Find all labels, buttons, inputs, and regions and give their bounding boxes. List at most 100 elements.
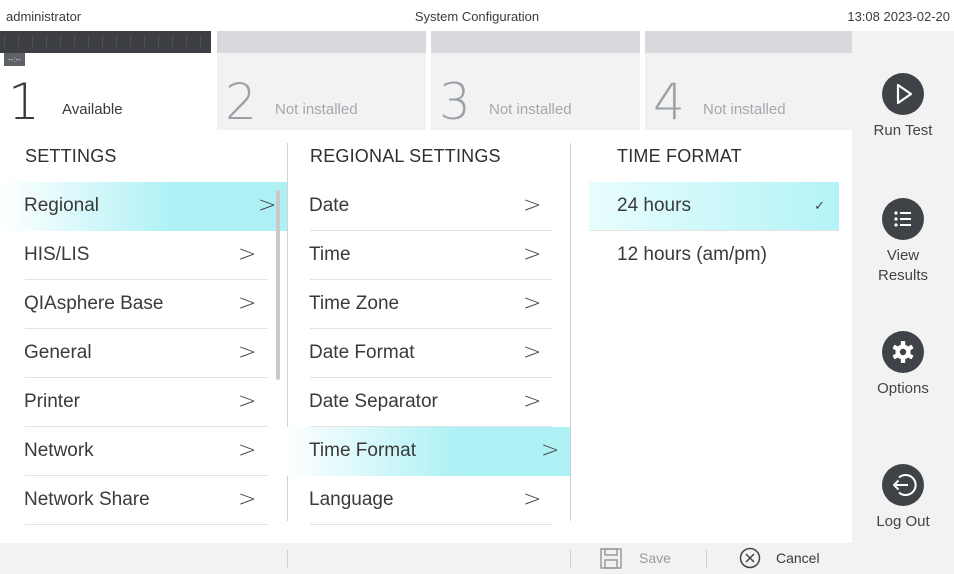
regional-item-date-separator[interactable]: Date Separator >: [285, 378, 571, 427]
settings-column: SETTINGS Regional > HIS/LIS > QIAsphere …: [0, 130, 287, 525]
status-bar: administrator System Configuration 13:08…: [0, 0, 954, 31]
module-tab-1[interactable]: --:-- 1 Available: [0, 31, 211, 130]
list-icon: [882, 198, 924, 240]
bar-divider: [706, 550, 707, 568]
settings-item-label: QIAsphere Base: [24, 293, 164, 314]
run-test-label: Run Test: [873, 122, 933, 139]
save-label: Save: [639, 550, 671, 566]
module-progress-strip: [431, 31, 640, 53]
module-tab-4[interactable]: 4 Not installed: [645, 31, 852, 130]
module-tab-2[interactable]: 2 Not installed: [217, 31, 426, 130]
chevron-right-icon: >: [238, 487, 257, 512]
clock: 13:08 2023-02-20: [847, 9, 950, 24]
row-divider: [310, 524, 552, 525]
option-label: 12 hours (am/pm): [617, 244, 767, 265]
regional-item-time[interactable]: Time >: [285, 231, 571, 280]
chevron-right-icon: >: [238, 242, 257, 267]
regional-settings-header: REGIONAL SETTINGS: [310, 146, 501, 166]
chevron-right-icon: >: [523, 242, 542, 267]
chevron-right-icon: >: [523, 291, 542, 316]
action-sidebar: Run Test View Results Options Log Out: [852, 31, 954, 574]
save-button[interactable]: Save: [600, 543, 700, 574]
module-status: Not installed: [489, 101, 572, 118]
chevron-right-icon: >: [523, 487, 542, 512]
log-out-label: Log Out: [876, 513, 930, 530]
log-out-button[interactable]: Log Out: [852, 464, 954, 532]
module-number: 2: [225, 73, 257, 131]
module-status: Available: [62, 101, 123, 118]
regional-item-label: Language: [309, 489, 394, 510]
settings-item-label: Printer: [24, 391, 80, 412]
bar-divider: [287, 550, 288, 568]
settings-item-network[interactable]: Network >: [0, 427, 287, 476]
module-status: Not installed: [703, 101, 786, 118]
regional-item-label: Time: [309, 244, 351, 265]
chevron-right-icon: >: [238, 389, 257, 414]
time-format-option-24h[interactable]: 24 hours ✓: [589, 182, 839, 231]
bar-divider: [570, 550, 571, 568]
settings-panel: SETTINGS Regional > HIS/LIS > QIAsphere …: [0, 130, 852, 543]
settings-item-general[interactable]: General >: [0, 329, 287, 378]
regional-item-time-format[interactable]: Time Format >: [285, 427, 571, 476]
module-tabs: --:-- 1 Available 2 Not installed 3 Not …: [0, 31, 852, 130]
time-format-option-12h[interactable]: 12 hours (am/pm): [589, 231, 839, 280]
settings-item-label: HIS/LIS: [24, 244, 90, 265]
module-progress-strip: [645, 31, 852, 53]
settings-item-qiasphere-base[interactable]: QIAsphere Base >: [0, 280, 287, 329]
module-progress-strip: [0, 31, 211, 53]
cancel-label: Cancel: [776, 550, 820, 566]
checkmark-icon: ✓: [814, 198, 825, 213]
save-icon: [600, 548, 622, 569]
regional-settings-column: REGIONAL SETTINGS Date > Time > Time Zon…: [285, 130, 571, 525]
settings-item-label: Network: [24, 440, 94, 461]
module-number: 4: [653, 73, 685, 131]
regional-item-time-zone[interactable]: Time Zone >: [285, 280, 571, 329]
row-divider: [25, 524, 268, 525]
chevron-right-icon: >: [238, 438, 257, 463]
regional-item-label: Date Separator: [309, 391, 438, 412]
cancel-button[interactable]: Cancel: [739, 543, 839, 574]
chevron-right-icon: >: [523, 389, 542, 414]
module-progress-strip: [217, 31, 426, 53]
settings-item-printer[interactable]: Printer >: [0, 378, 287, 427]
regional-item-date-format[interactable]: Date Format >: [285, 329, 571, 378]
regional-item-label: Date: [309, 195, 350, 216]
settings-item-network-share[interactable]: Network Share >: [0, 476, 287, 525]
module-tab-3[interactable]: 3 Not installed: [431, 31, 640, 130]
chevron-right-icon: >: [541, 438, 560, 463]
run-test-button[interactable]: Run Test: [852, 73, 954, 141]
regional-item-language[interactable]: Language >: [285, 476, 571, 525]
chevron-right-icon: >: [523, 193, 542, 218]
option-label: 24 hours: [617, 195, 691, 216]
view-results-label: View Results: [877, 247, 929, 284]
time-format-column: TIME FORMAT 24 hours ✓ 12 hours (am/pm): [571, 130, 839, 280]
chevron-right-icon: >: [238, 340, 257, 365]
settings-item-label: General: [24, 342, 92, 363]
screen-title: System Configuration: [414, 9, 540, 24]
view-results-button[interactable]: View Results: [852, 198, 954, 286]
logout-icon: [882, 464, 924, 506]
regional-item-label: Date Format: [309, 342, 415, 363]
time-format-header: TIME FORMAT: [617, 146, 742, 166]
play-icon: [882, 73, 924, 115]
settings-item-label: Network Share: [24, 489, 150, 510]
options-button[interactable]: Options: [852, 331, 954, 399]
module-timer: --:--: [4, 53, 25, 66]
gear-icon: [882, 331, 924, 373]
settings-scrollbar[interactable]: [276, 190, 280, 380]
module-number: 3: [439, 73, 471, 131]
settings-item-his-lis[interactable]: HIS/LIS >: [0, 231, 287, 280]
chevron-right-icon: >: [523, 340, 542, 365]
settings-item-regional[interactable]: Regional >: [0, 182, 287, 231]
chevron-right-icon: >: [238, 291, 257, 316]
close-circle-icon: [739, 547, 761, 569]
module-status: Not installed: [275, 101, 358, 118]
chevron-right-icon: >: [258, 193, 277, 218]
options-label: Options: [877, 380, 929, 397]
regional-item-label: Time Zone: [309, 293, 400, 314]
regional-item-label: Time Format: [309, 440, 416, 461]
module-number: 1: [8, 73, 40, 131]
settings-item-label: Regional: [24, 195, 99, 216]
settings-header: SETTINGS: [25, 146, 117, 166]
regional-item-date[interactable]: Date >: [285, 182, 571, 231]
